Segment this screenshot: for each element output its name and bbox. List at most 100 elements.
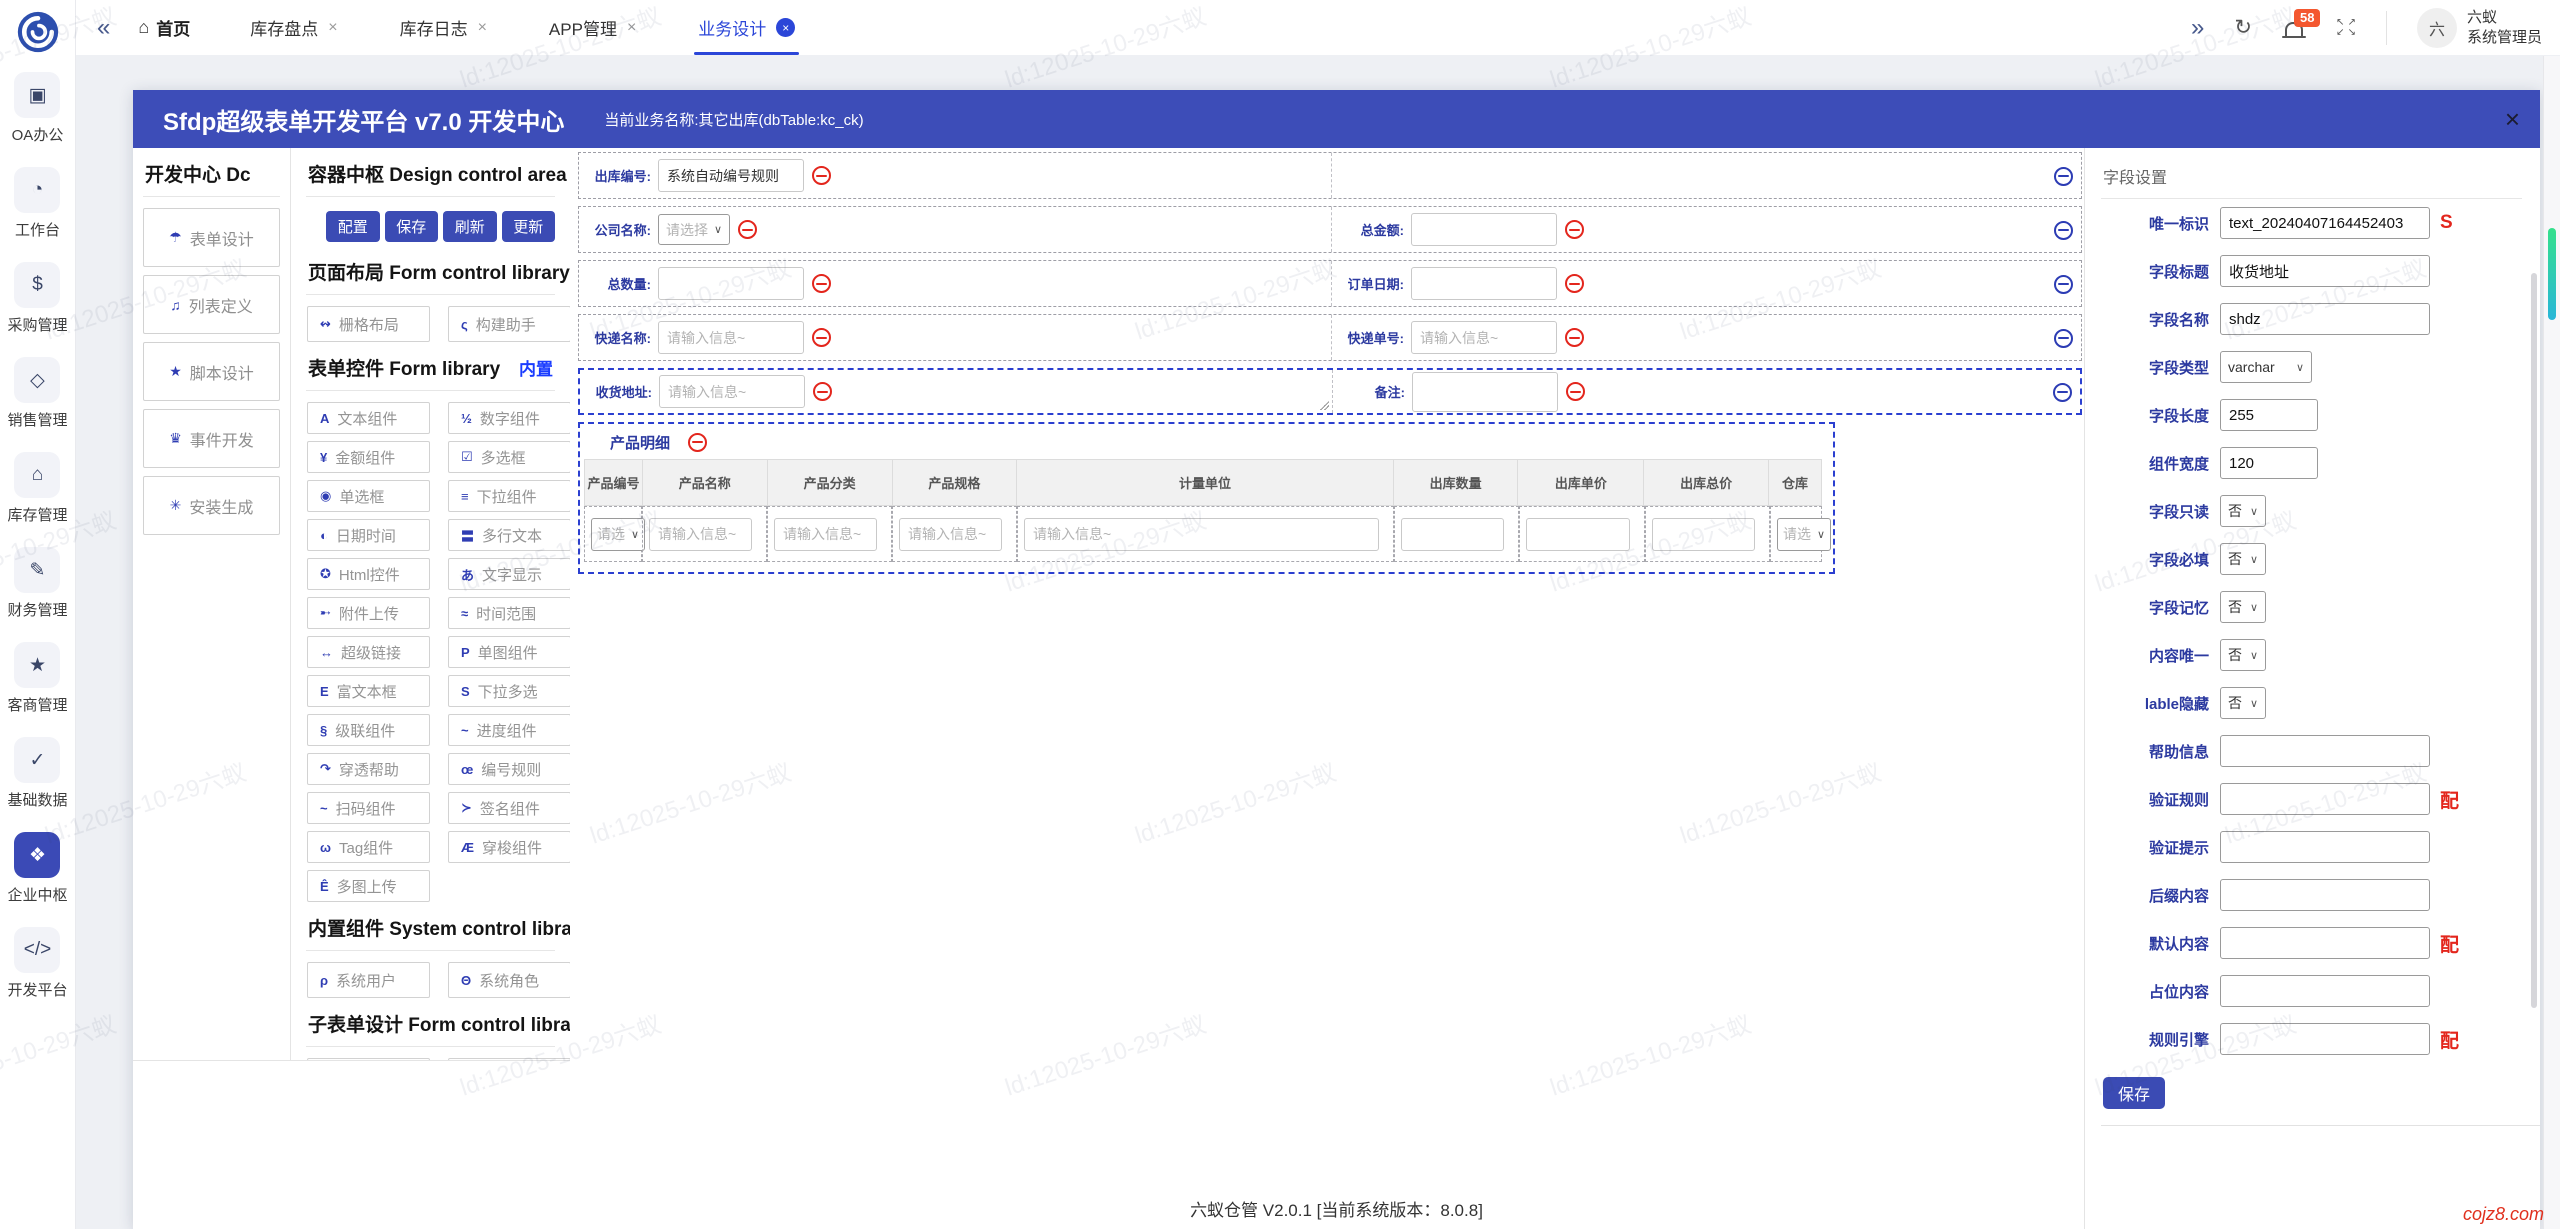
form-library-item[interactable]: ≈ 时间范围 (448, 597, 570, 629)
settings-select[interactable]: 否 ∨ (2220, 543, 2266, 575)
tab-inventory-check[interactable]: 库存盘点 × (250, 0, 337, 55)
delete-field-icon[interactable] (1565, 274, 1584, 293)
tab-inventory-log[interactable]: 库存日志 × (400, 0, 487, 55)
form-library-item[interactable]: ✪ Html控件 (307, 558, 430, 590)
delete-field-icon[interactable] (1565, 220, 1584, 239)
delete-field-icon[interactable] (1566, 382, 1585, 401)
form-library-item[interactable]: ¥ 金额组件 (307, 441, 430, 473)
settings-input[interactable] (2220, 927, 2430, 959)
tab-app-management[interactable]: APP管理 × (549, 0, 636, 55)
form-row[interactable]: 公司名称: 请选择 ∨ 总金额: (578, 206, 2082, 253)
settings-select[interactable]: 否 ∨ (2220, 591, 2266, 623)
form-library-item[interactable]: Æ 穿梭组件 (448, 831, 570, 863)
form-library-item[interactable]: Ê 多图上传 (307, 870, 430, 902)
form-library-item[interactable]: あ文字显示 (448, 558, 570, 590)
field-textarea[interactable] (1412, 371, 1558, 412)
delete-field-icon[interactable] (738, 220, 758, 239)
field-input[interactable] (658, 159, 804, 192)
cell-input[interactable] (649, 517, 752, 551)
form-library-item[interactable]: ◉ 单选框 (307, 480, 430, 512)
rail-item[interactable]: </> 开发平台 (7, 927, 68, 1000)
form-library-item[interactable]: œ 编号规则 (448, 753, 570, 785)
cell-select[interactable]: 请选 ∨ (1777, 517, 1832, 551)
form-library-item[interactable]: ☑ 多选框 (448, 441, 570, 473)
action-button[interactable]: 更新 (501, 211, 555, 242)
subform-library-item[interactable]: §添加附表 (448, 1058, 570, 1060)
delete-row-icon[interactable] (2054, 166, 2073, 186)
form-library-item[interactable]: ◐ 日期时间 (307, 519, 430, 551)
app-logo[interactable] (16, 10, 60, 54)
settings-input[interactable] (2220, 207, 2430, 239)
action-button[interactable]: 配置 (326, 211, 380, 242)
form-library-item[interactable]: 〓多行文本 (448, 519, 570, 551)
system-library-item[interactable]: Θ 系统角色 (448, 962, 570, 998)
resize-handle[interactable] (1319, 399, 1329, 410)
form-row[interactable]: 出库编号: (578, 152, 2082, 199)
settings-input[interactable] (2220, 399, 2318, 431)
settings-select[interactable]: 否 ∨ (2220, 639, 2266, 671)
form-library-item[interactable]: § 级联组件 (307, 714, 430, 746)
delete-field-icon[interactable] (1565, 328, 1584, 347)
cell-input[interactable] (774, 517, 877, 551)
action-button[interactable]: 刷新 (443, 211, 497, 242)
dev-center-item[interactable]: ♛ 事件开发 (143, 409, 280, 468)
field-input[interactable] (658, 321, 804, 354)
rail-item[interactable]: $ 采购管理 (7, 262, 68, 335)
form-row[interactable]: 快递名称: 快递单号: (578, 314, 2082, 361)
rail-item[interactable]: ▣ OA办公 (7, 72, 67, 145)
settings-config-link[interactable]: S (2440, 212, 2453, 234)
settings-input[interactable] (2220, 783, 2430, 815)
close-tab-icon[interactable]: × (328, 19, 337, 37)
settings-input[interactable] (2220, 975, 2430, 1007)
delete-row-icon[interactable] (2054, 328, 2073, 348)
settings-input[interactable] (2220, 735, 2430, 767)
settings-input[interactable] (2220, 1023, 2430, 1055)
rail-item[interactable]: ✓ 基础数据 (7, 737, 68, 810)
settings-config-link[interactable]: 配 (2440, 786, 2459, 813)
expand-icon[interactable]: » (2191, 14, 2204, 42)
form-library-item[interactable]: ½ 数字组件 (448, 402, 570, 434)
close-tab-icon[interactable]: × (627, 19, 636, 37)
form-library-item[interactable]: ↔ 超级链接 (307, 636, 430, 668)
form-row-selected[interactable]: 收货地址: 备注: (578, 368, 2082, 415)
rail-item[interactable]: ❖ 企业中枢 (7, 832, 68, 905)
dev-center-item[interactable]: ♫ 列表定义 (143, 275, 280, 334)
close-active-tab-icon[interactable]: × (776, 18, 796, 37)
form-row[interactable]: 总数量: 订单日期: (578, 260, 2082, 307)
notification-bell-icon[interactable]: 58 (2281, 8, 2321, 41)
dev-center-item[interactable]: ☂ 表单设计 (143, 208, 280, 267)
form-library-item[interactable]: ω Tag组件 (307, 831, 430, 863)
cell-input[interactable] (1401, 517, 1504, 551)
form-library-item[interactable]: ≡ 下拉组件 (448, 480, 570, 512)
system-library-item[interactable]: ρ 系统用户 (307, 962, 430, 998)
settings-select[interactable]: 否 ∨ (2220, 687, 2266, 719)
delete-subform-icon[interactable] (688, 432, 708, 452)
cell-input[interactable] (1652, 517, 1755, 551)
settings-input[interactable] (2220, 303, 2430, 335)
settings-scrollbar[interactable] (2531, 273, 2537, 1008)
settings-input[interactable] (2220, 879, 2430, 911)
dev-center-item[interactable]: ✳ 安装生成 (143, 476, 280, 535)
settings-input[interactable] (2220, 447, 2318, 479)
form-library-item[interactable]: ➸ 附件上传 (307, 597, 430, 629)
close-modal-icon[interactable]: × (2505, 106, 2520, 132)
layout-library-item[interactable]: ↭ 栅格布局 (307, 306, 430, 342)
form-library-item[interactable]: ~ 进度组件 (448, 714, 570, 746)
cell-input[interactable] (1526, 517, 1630, 551)
field-input[interactable] (1411, 321, 1557, 354)
collapse-sidebar-icon[interactable]: « (97, 14, 110, 42)
field-input[interactable] (1411, 213, 1557, 246)
cell-select[interactable]: 请选 ∨ (591, 517, 646, 551)
rail-item[interactable]: ◇ 销售管理 (7, 357, 68, 430)
subform-library-item[interactable]: §分组线条 (307, 1058, 430, 1060)
field-input[interactable] (658, 267, 804, 300)
settings-select[interactable]: 否 ∨ (2220, 495, 2266, 527)
settings-config-link[interactable]: 配 (2440, 930, 2459, 957)
field-input[interactable] (1411, 267, 1557, 300)
scrollbar-thumb[interactable] (2548, 228, 2556, 320)
builtin-link[interactable]: 内置 (519, 355, 553, 380)
delete-field-icon[interactable] (812, 328, 831, 347)
form-library-item[interactable]: S 下拉多选 (448, 675, 570, 707)
settings-input[interactable] (2220, 255, 2430, 287)
delete-row-icon[interactable] (2054, 220, 2073, 240)
